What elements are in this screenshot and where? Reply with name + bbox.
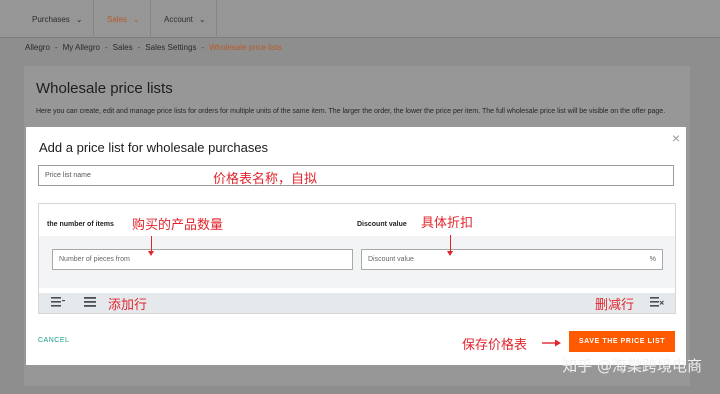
page-title: Wholesale price lists bbox=[36, 80, 173, 97]
chevron-down-icon: ⌄ bbox=[75, 14, 83, 24]
table-row: Number of pieces from Discount value % bbox=[39, 236, 675, 288]
close-icon[interactable]: × bbox=[672, 130, 680, 146]
insert-row-icon[interactable] bbox=[51, 296, 65, 308]
annotation-discount: 具体折扣 bbox=[421, 216, 474, 231]
discount-value-placeholder: Discount value bbox=[368, 256, 414, 263]
watermark: 知乎 @海棠跨境电商 bbox=[562, 357, 702, 375]
add-row-icon[interactable] bbox=[84, 296, 98, 308]
modal-title: Add a price list for wholesale purchases bbox=[39, 140, 269, 155]
price-list-name-placeholder: Price list name bbox=[45, 172, 91, 179]
nav-account-label: Account bbox=[164, 14, 193, 24]
breadcrumb-item[interactable]: Sales bbox=[113, 43, 133, 52]
breadcrumb-item[interactable]: Sales Settings bbox=[145, 43, 196, 52]
top-navigation-bar: Purchases ⌄ Sales ⌄ Account ⌄ bbox=[0, 0, 720, 38]
column-header-items: the number of items bbox=[47, 221, 114, 228]
nav-purchases-label: Purchases bbox=[32, 14, 70, 24]
price-list-name-input[interactable]: Price list name bbox=[38, 165, 674, 186]
breadcrumb-current: Wholesale price lists bbox=[209, 42, 283, 52]
add-price-list-modal: × Add a price list for wholesale purchas… bbox=[26, 127, 686, 365]
pieces-from-placeholder: Number of pieces from bbox=[59, 256, 130, 263]
breadcrumb-item[interactable]: My Allegro bbox=[63, 43, 100, 52]
annotation-delete-row: 删减行 bbox=[595, 298, 635, 313]
nav-sales-label: Sales bbox=[107, 14, 128, 24]
page-description: Here you can create, edit and manage pri… bbox=[36, 108, 666, 115]
cancel-button[interactable]: CANCEL bbox=[38, 337, 69, 344]
pieces-from-input[interactable]: Number of pieces from bbox=[52, 249, 353, 270]
delete-row-icon[interactable] bbox=[650, 296, 664, 308]
annotation-quantity: 购买的产品数量 bbox=[132, 218, 224, 233]
nav-sales[interactable]: Sales ⌄ bbox=[97, 0, 151, 38]
breadcrumb-item[interactable]: Allegro bbox=[25, 43, 50, 52]
nav-purchases[interactable]: Purchases ⌄ bbox=[22, 0, 94, 38]
annotation-name: 价格表名称，自拟 bbox=[213, 172, 318, 187]
arrow-right-icon bbox=[542, 339, 561, 347]
annotation-save: 保存价格表 bbox=[462, 338, 528, 353]
chevron-down-icon: ⌄ bbox=[198, 14, 206, 24]
save-price-list-button[interactable]: SAVE THE PRICE LIST bbox=[569, 331, 675, 352]
breadcrumb: Allegro - My Allegro - Sales - Sales Settin… bbox=[25, 42, 283, 52]
chevron-down-icon: ⌄ bbox=[133, 14, 140, 24]
percent-suffix: % bbox=[649, 256, 656, 263]
nav-account[interactable]: Account ⌄ bbox=[154, 0, 217, 38]
arrow-down-icon bbox=[148, 236, 154, 256]
column-header-discount: Discount value bbox=[357, 221, 407, 228]
annotation-add-row: 添加行 bbox=[108, 298, 148, 313]
discount-value-input[interactable]: Discount value % bbox=[361, 249, 663, 270]
arrow-down-icon bbox=[447, 235, 453, 256]
